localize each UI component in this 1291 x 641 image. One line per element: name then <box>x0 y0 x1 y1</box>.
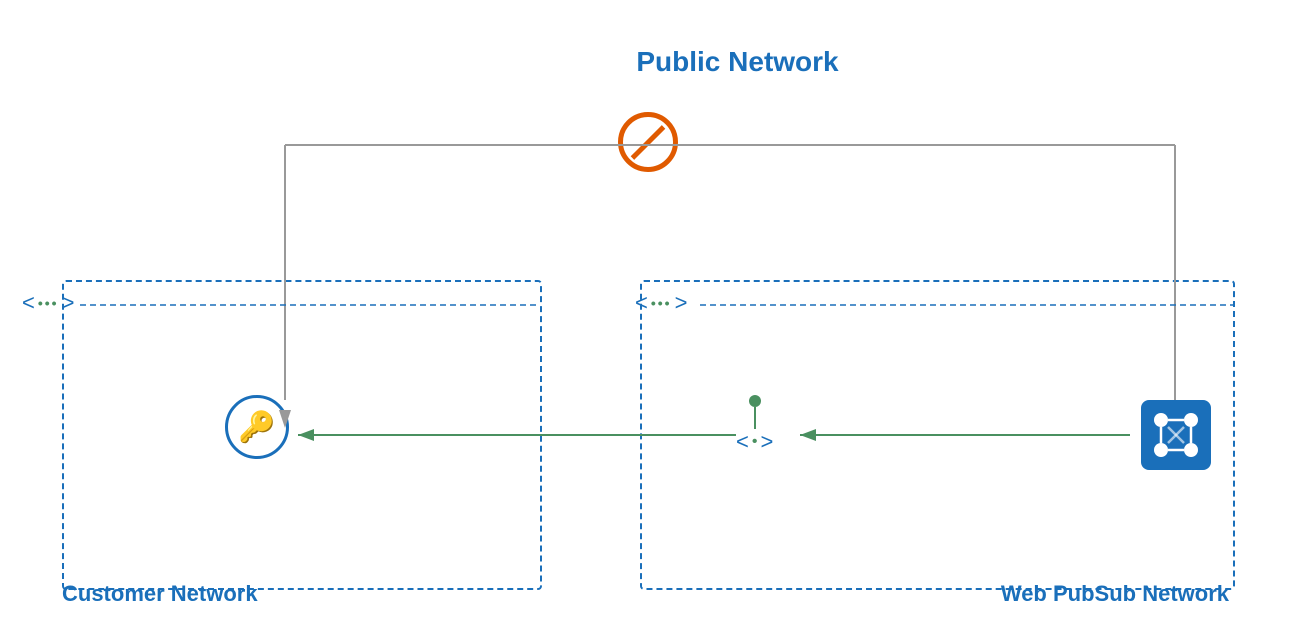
left-connector: < ••• > <box>22 290 74 316</box>
connector-left-bracket-close: > <box>62 290 75 316</box>
public-network-label: Public Network <box>619 46 856 78</box>
webpubsub-icon <box>1141 400 1211 470</box>
hub-bracket-close: > <box>760 429 773 455</box>
key-icon: 🔑 <box>225 395 289 459</box>
connector-mid-top-close: > <box>675 290 688 316</box>
hub-connector-group: < • > <box>736 395 773 455</box>
connector-mid-top-dots: ••• <box>651 295 672 311</box>
hub-center-dot: • <box>752 433 758 451</box>
middle-top-connector: < ••• > <box>635 290 687 316</box>
hub-bottom-connector: < • > <box>736 429 773 455</box>
connector-left-bracket-open: < <box>22 290 35 316</box>
connector-mid-top-open: < <box>635 290 648 316</box>
pubsub-svg <box>1147 406 1205 464</box>
customer-network-box <box>62 280 542 590</box>
connector-left-dots: ••• <box>38 295 59 311</box>
diagram-container: Public Network Customer Network Web PubS… <box>0 0 1291 641</box>
hub-bracket-open: < <box>736 429 749 455</box>
hub-top-dot <box>749 395 761 407</box>
hub-vertical-line <box>754 407 756 429</box>
block-icon <box>618 112 678 172</box>
